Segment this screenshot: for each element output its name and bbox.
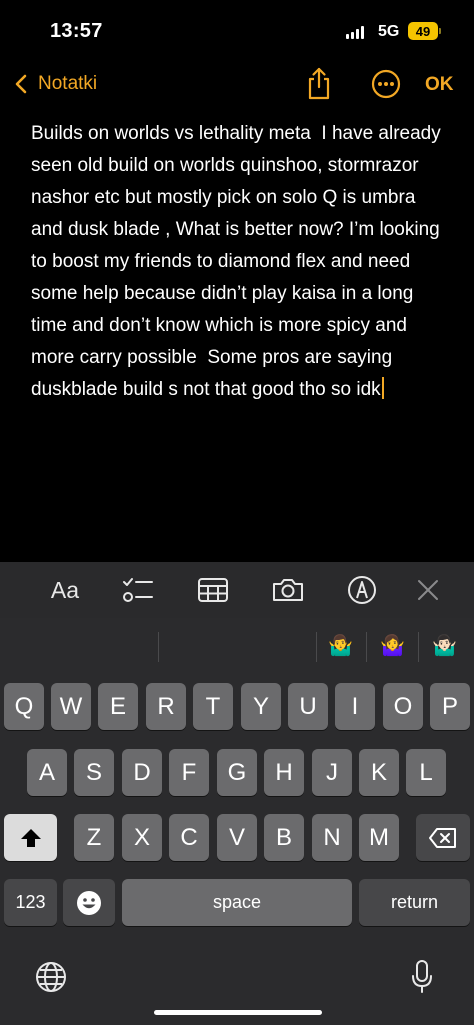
checklist-button[interactable]	[120, 562, 156, 618]
note-text: Builds on worlds vs lethality meta I hav…	[31, 123, 447, 400]
prediction-emoji[interactable]: 🤷‍♂️	[328, 634, 353, 658]
key-m[interactable]: M	[359, 814, 399, 861]
network-type: 5G	[378, 23, 400, 40]
key-f[interactable]: F	[169, 749, 209, 796]
done-button[interactable]: OK	[425, 74, 454, 96]
dictation-button[interactable]	[408, 958, 436, 996]
return-key[interactable]: return	[359, 879, 470, 926]
battery-level: 49	[415, 23, 431, 39]
numbers-key[interactable]: 123	[4, 879, 57, 926]
note-body[interactable]: Builds on worlds vs lethality meta I hav…	[31, 118, 451, 406]
space-key[interactable]: space	[122, 879, 352, 926]
prediction-divider	[158, 632, 159, 662]
key-n[interactable]: N	[312, 814, 352, 861]
prediction-divider	[418, 632, 419, 662]
close-icon	[418, 580, 438, 600]
key-k[interactable]: K	[359, 749, 399, 796]
key-g[interactable]: G	[217, 749, 257, 796]
key-q[interactable]: Q	[4, 683, 44, 730]
key-i[interactable]: I	[335, 683, 375, 730]
shift-icon	[20, 828, 41, 847]
prediction-emoji[interactable]: 🤷‍♀️	[380, 634, 405, 658]
key-s[interactable]: S	[74, 749, 114, 796]
key-j[interactable]: J	[312, 749, 352, 796]
formatting-toolbar: Aa	[0, 562, 474, 618]
prediction-emoji[interactable]: 🤷🏻‍♂️	[432, 634, 457, 658]
key-o[interactable]: O	[383, 683, 423, 730]
key-a[interactable]: A	[27, 749, 67, 796]
markup-button[interactable]	[345, 562, 379, 618]
prediction-divider	[366, 632, 367, 662]
microphone-icon	[412, 960, 432, 993]
key-b[interactable]: B	[264, 814, 304, 861]
table-icon	[198, 578, 228, 602]
key-w[interactable]: W	[51, 683, 91, 730]
key-r[interactable]: R	[146, 683, 186, 730]
key-d[interactable]: D	[122, 749, 162, 796]
backspace-icon	[429, 827, 456, 848]
home-indicator[interactable]	[154, 1010, 322, 1015]
key-y[interactable]: Y	[241, 683, 281, 730]
checklist-icon	[123, 578, 153, 602]
more-options-icon[interactable]	[371, 69, 401, 99]
globe-icon	[36, 962, 66, 992]
key-x[interactable]: X	[122, 814, 162, 861]
key-h[interactable]: H	[264, 749, 304, 796]
signal-icon	[346, 26, 364, 39]
globe-button[interactable]	[34, 960, 68, 994]
emoji-face-icon	[77, 890, 101, 915]
key-z[interactable]: Z	[74, 814, 114, 861]
back-button[interactable]: Notatki	[8, 70, 97, 98]
battery-tip	[439, 28, 441, 34]
key-p[interactable]: P	[430, 683, 470, 730]
battery-icon: 49	[408, 22, 438, 40]
prediction-divider	[316, 632, 317, 662]
chevron-left-icon	[15, 74, 27, 94]
emoji-key[interactable]	[63, 879, 115, 926]
camera-icon	[273, 579, 303, 601]
text-cursor	[381, 377, 384, 399]
share-icon[interactable]	[304, 66, 334, 100]
key-u[interactable]: U	[288, 683, 328, 730]
camera-button[interactable]	[270, 562, 306, 618]
delete-key[interactable]	[416, 814, 470, 861]
shift-key[interactable]	[4, 814, 57, 861]
status-time: 13:57	[50, 20, 103, 42]
markup-pen-icon	[348, 576, 376, 604]
keyboard: 🤷‍♂️ 🤷‍♀️ 🤷🏻‍♂️ Q W E R T Y U I O P A S …	[0, 618, 474, 1025]
key-v[interactable]: V	[217, 814, 257, 861]
close-toolbar-button[interactable]	[414, 562, 442, 618]
key-e[interactable]: E	[98, 683, 138, 730]
key-c[interactable]: C	[169, 814, 209, 861]
table-button[interactable]	[195, 562, 231, 618]
key-t[interactable]: T	[193, 683, 233, 730]
key-l[interactable]: L	[406, 749, 446, 796]
format-button[interactable]: Aa	[40, 562, 90, 618]
back-label: Notatki	[38, 73, 98, 94]
